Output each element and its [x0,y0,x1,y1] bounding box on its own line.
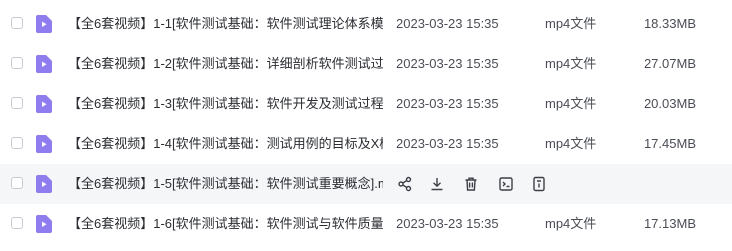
file-name[interactable]: 【全6套视频】1-4[软件测试基础：测试用例的目标及X模... [68,124,383,164]
file-size: 20.03MB [643,96,696,111]
file-name[interactable]: 【全6套视频】1-3[软件测试基础：软件开发及测试过程... [68,84,383,124]
file-date: 2023-03-23 15:35 [396,16,499,31]
row-checkbox[interactable] [11,17,23,29]
file-row[interactable]: 【全6套视频】1-2[软件测试基础：详细剖析软件测试过... 2023-03-2… [0,44,732,84]
file-type: mp4文件 [545,136,597,151]
file-row[interactable]: 【全6套视频】1-1[软件测试基础：软件测试理论体系模... 2023-03-2… [0,4,732,44]
file-row[interactable]: 【全6套视频】1-3[软件测试基础：软件开发及测试过程... 2023-03-2… [0,84,732,124]
row-checkbox[interactable] [11,217,23,229]
file-type: mp4文件 [545,56,597,71]
more-icon[interactable] [530,175,548,193]
video-file-icon [36,135,52,153]
file-list: 【全6套视频】1-1[软件测试基础：软件测试理论体系模... 2023-03-2… [0,0,732,251]
file-row[interactable]: 【全6套视频】1-6[软件测试基础：软件测试与软件质量... 2023-03-2… [0,204,732,244]
file-type: mp4文件 [545,96,597,111]
file-name[interactable]: 【全6套视频】1-5[软件测试基础：软件测试重要概念].m... [68,164,383,204]
file-name[interactable]: 【全6套视频】1-2[软件测试基础：详细剖析软件测试过... [68,44,383,84]
file-date: 2023-03-23 15:35 [396,56,499,71]
rename-icon[interactable] [497,175,515,193]
delete-icon[interactable] [462,175,480,193]
row-checkbox[interactable] [11,97,23,109]
row-checkbox[interactable] [11,137,23,149]
file-date: 2023-03-23 15:35 [396,216,499,231]
download-icon[interactable] [428,175,446,193]
file-size: 18.33MB [643,16,696,31]
file-name[interactable]: 【全6套视频】1-6[软件测试基础：软件测试与软件质量... [68,204,383,244]
file-size: 17.45MB [643,136,696,151]
row-checkbox[interactable] [11,57,23,69]
video-file-icon [36,175,52,193]
file-date: 2023-03-23 15:35 [396,96,499,111]
file-row[interactable]: 【全6套视频】1-4[软件测试基础：测试用例的目标及X模... 2023-03-… [0,124,732,164]
file-type: mp4文件 [545,216,597,231]
row-checkbox[interactable] [11,177,23,189]
video-file-icon [36,55,52,73]
video-file-icon [36,95,52,113]
file-size: 17.13MB [643,216,696,231]
video-file-icon [36,215,52,233]
share-icon[interactable] [396,175,414,193]
file-size: 27.07MB [643,56,696,71]
file-date: 2023-03-23 15:35 [396,136,499,151]
file-row-hovered[interactable]: 【全6套视频】1-5[软件测试基础：软件测试重要概念].m... [0,164,732,204]
file-name[interactable]: 【全6套视频】1-1[软件测试基础：软件测试理论体系模... [68,4,383,44]
video-file-icon [36,15,52,33]
file-type: mp4文件 [545,16,597,31]
